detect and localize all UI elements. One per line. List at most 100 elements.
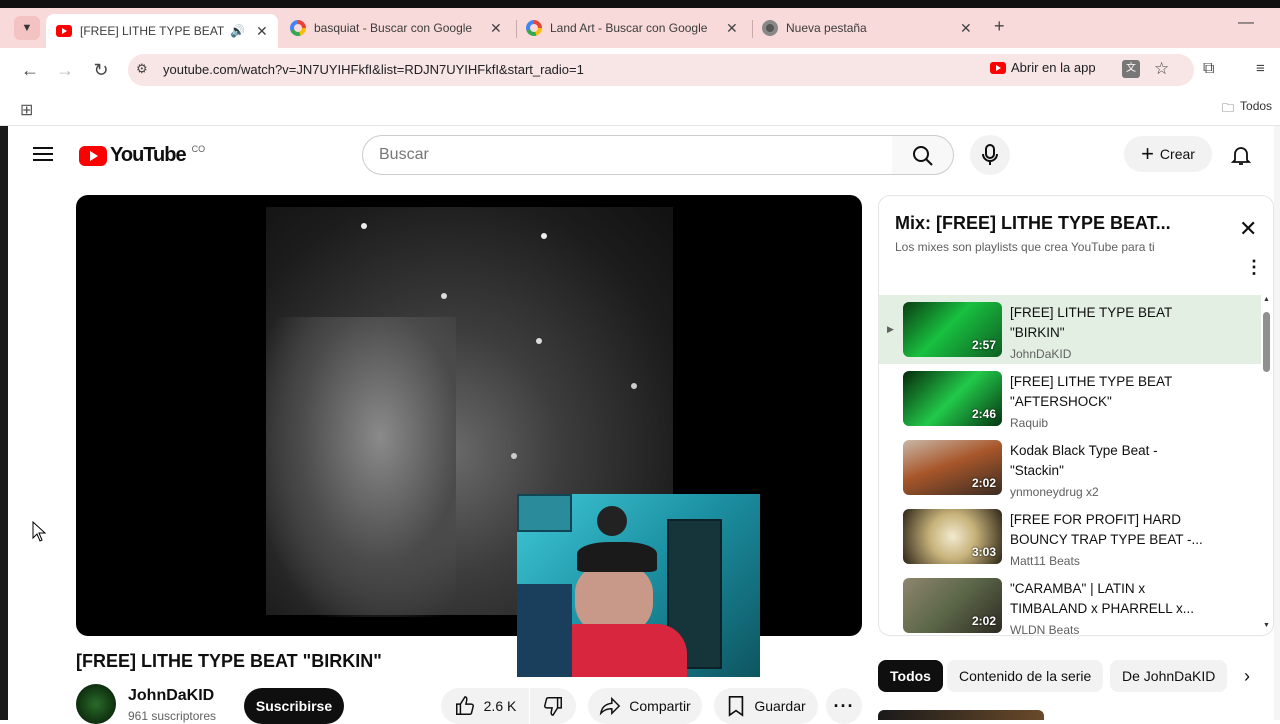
playlist-item[interactable]: 2:02 "CARAMBA" | LATIN x TIMBALAND x PHA… [879, 571, 1261, 635]
site-info-icon[interactable]: ⚙ [136, 61, 148, 77]
video-thumbnail: 2:02 [903, 578, 1002, 633]
all-bookmarks-label: Todos [1240, 99, 1273, 113]
playlist-item[interactable]: ▶ 2:57 [FREE] LITHE TYPE BEAT "BIRKIN" J… [879, 295, 1261, 364]
plus-icon: + [1141, 141, 1154, 166]
playlist-panel: Mix: [FREE] LITHE TYPE BEAT... Los mixes… [878, 195, 1274, 636]
chip-todos[interactable]: Todos [878, 660, 943, 692]
window-right-edge [1274, 126, 1280, 720]
tab-title: [FREE] LITHE TYPE BEAT "BIRKIN" [80, 24, 224, 38]
save-label: Guardar [754, 698, 806, 714]
share-icon [599, 696, 621, 716]
scroll-up-icon[interactable]: ▲ [1263, 296, 1270, 303]
chip-from-channel[interactable]: De JohnDaKID [1110, 660, 1228, 692]
duration-badge: 2:02 [971, 614, 996, 628]
back-button[interactable]: ← [18, 58, 42, 82]
youtube-icon [990, 61, 1006, 74]
new-tab-button[interactable]: + [994, 16, 1005, 37]
duration-badge: 2:46 [971, 407, 996, 421]
tab-divider [752, 20, 753, 38]
close-icon[interactable]: ✕ [256, 23, 268, 40]
duration-badge: 2:57 [971, 338, 996, 352]
thumbs-down-icon [544, 697, 562, 716]
minimize-button[interactable]: — [1238, 14, 1254, 32]
menu-icon[interactable] [33, 145, 53, 163]
reading-list-icon[interactable]: ≡ [1256, 60, 1265, 77]
now-playing-icon: ▶ [887, 324, 894, 334]
chip-series-content[interactable]: Contenido de la serie [947, 660, 1104, 692]
open-in-app-label: Abrir en la app [1011, 60, 1096, 75]
notifications-button[interactable] [1229, 143, 1253, 172]
video-thumbnail: 2:46 [903, 371, 1002, 426]
bookmarks-bar: ⊞ 🗀 Todos [0, 92, 1280, 126]
share-button[interactable]: Compartir [588, 688, 702, 724]
open-in-app-button[interactable]: Abrir en la app [990, 60, 1096, 75]
playlist-subtitle: Los mixes son playlists que crea YouTube… [895, 240, 1155, 254]
subscriber-count: 961 suscriptores [128, 709, 217, 723]
create-button[interactable]: + Crear [1124, 136, 1212, 172]
video-thumbnail: 2:57 [903, 302, 1002, 357]
close-icon[interactable]: ✕ [1239, 218, 1257, 240]
chevron-down-icon: ▼ [21, 22, 33, 34]
folder-icon: 🗀 [1222, 101, 1235, 115]
next-recommendation-thumbnail [878, 710, 1044, 720]
google-icon [290, 20, 306, 36]
chevron-right-icon[interactable]: › [1244, 666, 1250, 687]
voice-search-button[interactable] [970, 135, 1010, 175]
scroll-down-icon[interactable]: ▼ [1263, 622, 1270, 629]
speaker-icon[interactable]: 🔊 [230, 24, 245, 38]
youtube-play-icon [79, 145, 107, 166]
playlist-item-title: [FREE] LITHE TYPE BEAT "AFTERSHOCK" [1010, 374, 1173, 409]
playlist-item[interactable]: 2:02 Kodak Black Type Beat - "Stackin" y… [879, 433, 1261, 502]
playlist-item-channel: ynmoneydrug x2 [1010, 485, 1099, 499]
tab-basquiat[interactable]: basquiat - Buscar con Google ✕ [290, 14, 510, 42]
dislike-button[interactable] [530, 688, 576, 724]
duration-badge: 3:03 [971, 545, 996, 559]
tab-youtube[interactable]: [FREE] LITHE TYPE BEAT "BIRKIN" 🔊 ✕ [46, 14, 278, 48]
tab-divider [516, 20, 517, 38]
playlist-item[interactable]: 2:46 [FREE] LITHE TYPE BEAT "AFTERSHOCK"… [879, 364, 1261, 433]
tab-title: Nueva pestaña [786, 21, 867, 35]
save-button[interactable]: Guardar [714, 688, 818, 724]
thumbs-up-icon [455, 696, 474, 715]
youtube-icon [56, 25, 72, 37]
window-top-edge [0, 0, 1280, 8]
tab-land-art[interactable]: Land Art - Buscar con Google ✕ [526, 14, 746, 42]
share-label: Compartir [629, 698, 691, 714]
tab-search-button[interactable]: ▼ [14, 16, 40, 40]
extensions-icon[interactable]: ⧉ [1203, 60, 1214, 78]
playlist-item-title: [FREE FOR PROFIT] HARD BOUNCY TRAP TYPE … [1010, 512, 1203, 547]
channel-avatar[interactable] [76, 684, 116, 724]
translate-icon[interactable]: 文 [1122, 60, 1140, 78]
reload-button[interactable]: ↻ [89, 58, 113, 82]
star-icon[interactable]: ☆ [1154, 59, 1169, 79]
tab-title: Land Art - Buscar con Google [550, 21, 708, 35]
more-actions-button[interactable]: ··· [826, 688, 862, 724]
url-text: youtube.com/watch?v=JN7UYIHFkfI&list=RDJ… [163, 62, 584, 77]
video-title: [FREE] LITHE TYPE BEAT "BIRKIN" [76, 651, 382, 671]
microphone-icon [982, 144, 998, 165]
like-button[interactable]: 2.6 K [441, 688, 529, 724]
like-count: 2.6 K [483, 698, 517, 714]
apps-grid-icon[interactable]: ⊞ [20, 100, 33, 120]
forward-button[interactable]: → [53, 58, 77, 82]
search-button[interactable] [892, 135, 954, 175]
playlist-item[interactable]: 3:03 [FREE FOR PROFIT] HARD BOUNCY TRAP … [879, 502, 1261, 571]
video-thumbnail: 2:02 [903, 440, 1002, 495]
close-icon[interactable]: ✕ [726, 20, 738, 37]
subscribe-button[interactable]: Suscribirse [244, 688, 344, 724]
search-input[interactable]: Buscar [362, 135, 893, 175]
playlist-item-channel: Matt11 Beats [1010, 554, 1080, 568]
youtube-logo[interactable]: YouTube CO [79, 144, 205, 167]
country-code: CO [191, 144, 206, 154]
close-icon[interactable]: ✕ [490, 20, 502, 37]
tab-new-tab[interactable]: Nueva pestaña ✕ [762, 14, 982, 42]
close-icon[interactable]: ✕ [960, 20, 972, 37]
more-horizontal-icon: ··· [833, 695, 855, 716]
create-label: Crear [1159, 146, 1195, 162]
all-bookmarks-button[interactable]: 🗀 Todos [1222, 99, 1272, 120]
playlist-scrollbar[interactable] [1263, 312, 1270, 372]
channel-name[interactable]: JohnDaKID [128, 687, 214, 705]
logo-text: YouTube [110, 144, 187, 166]
more-vertical-icon[interactable]: ⋮ [1245, 258, 1263, 276]
google-icon [526, 20, 542, 36]
